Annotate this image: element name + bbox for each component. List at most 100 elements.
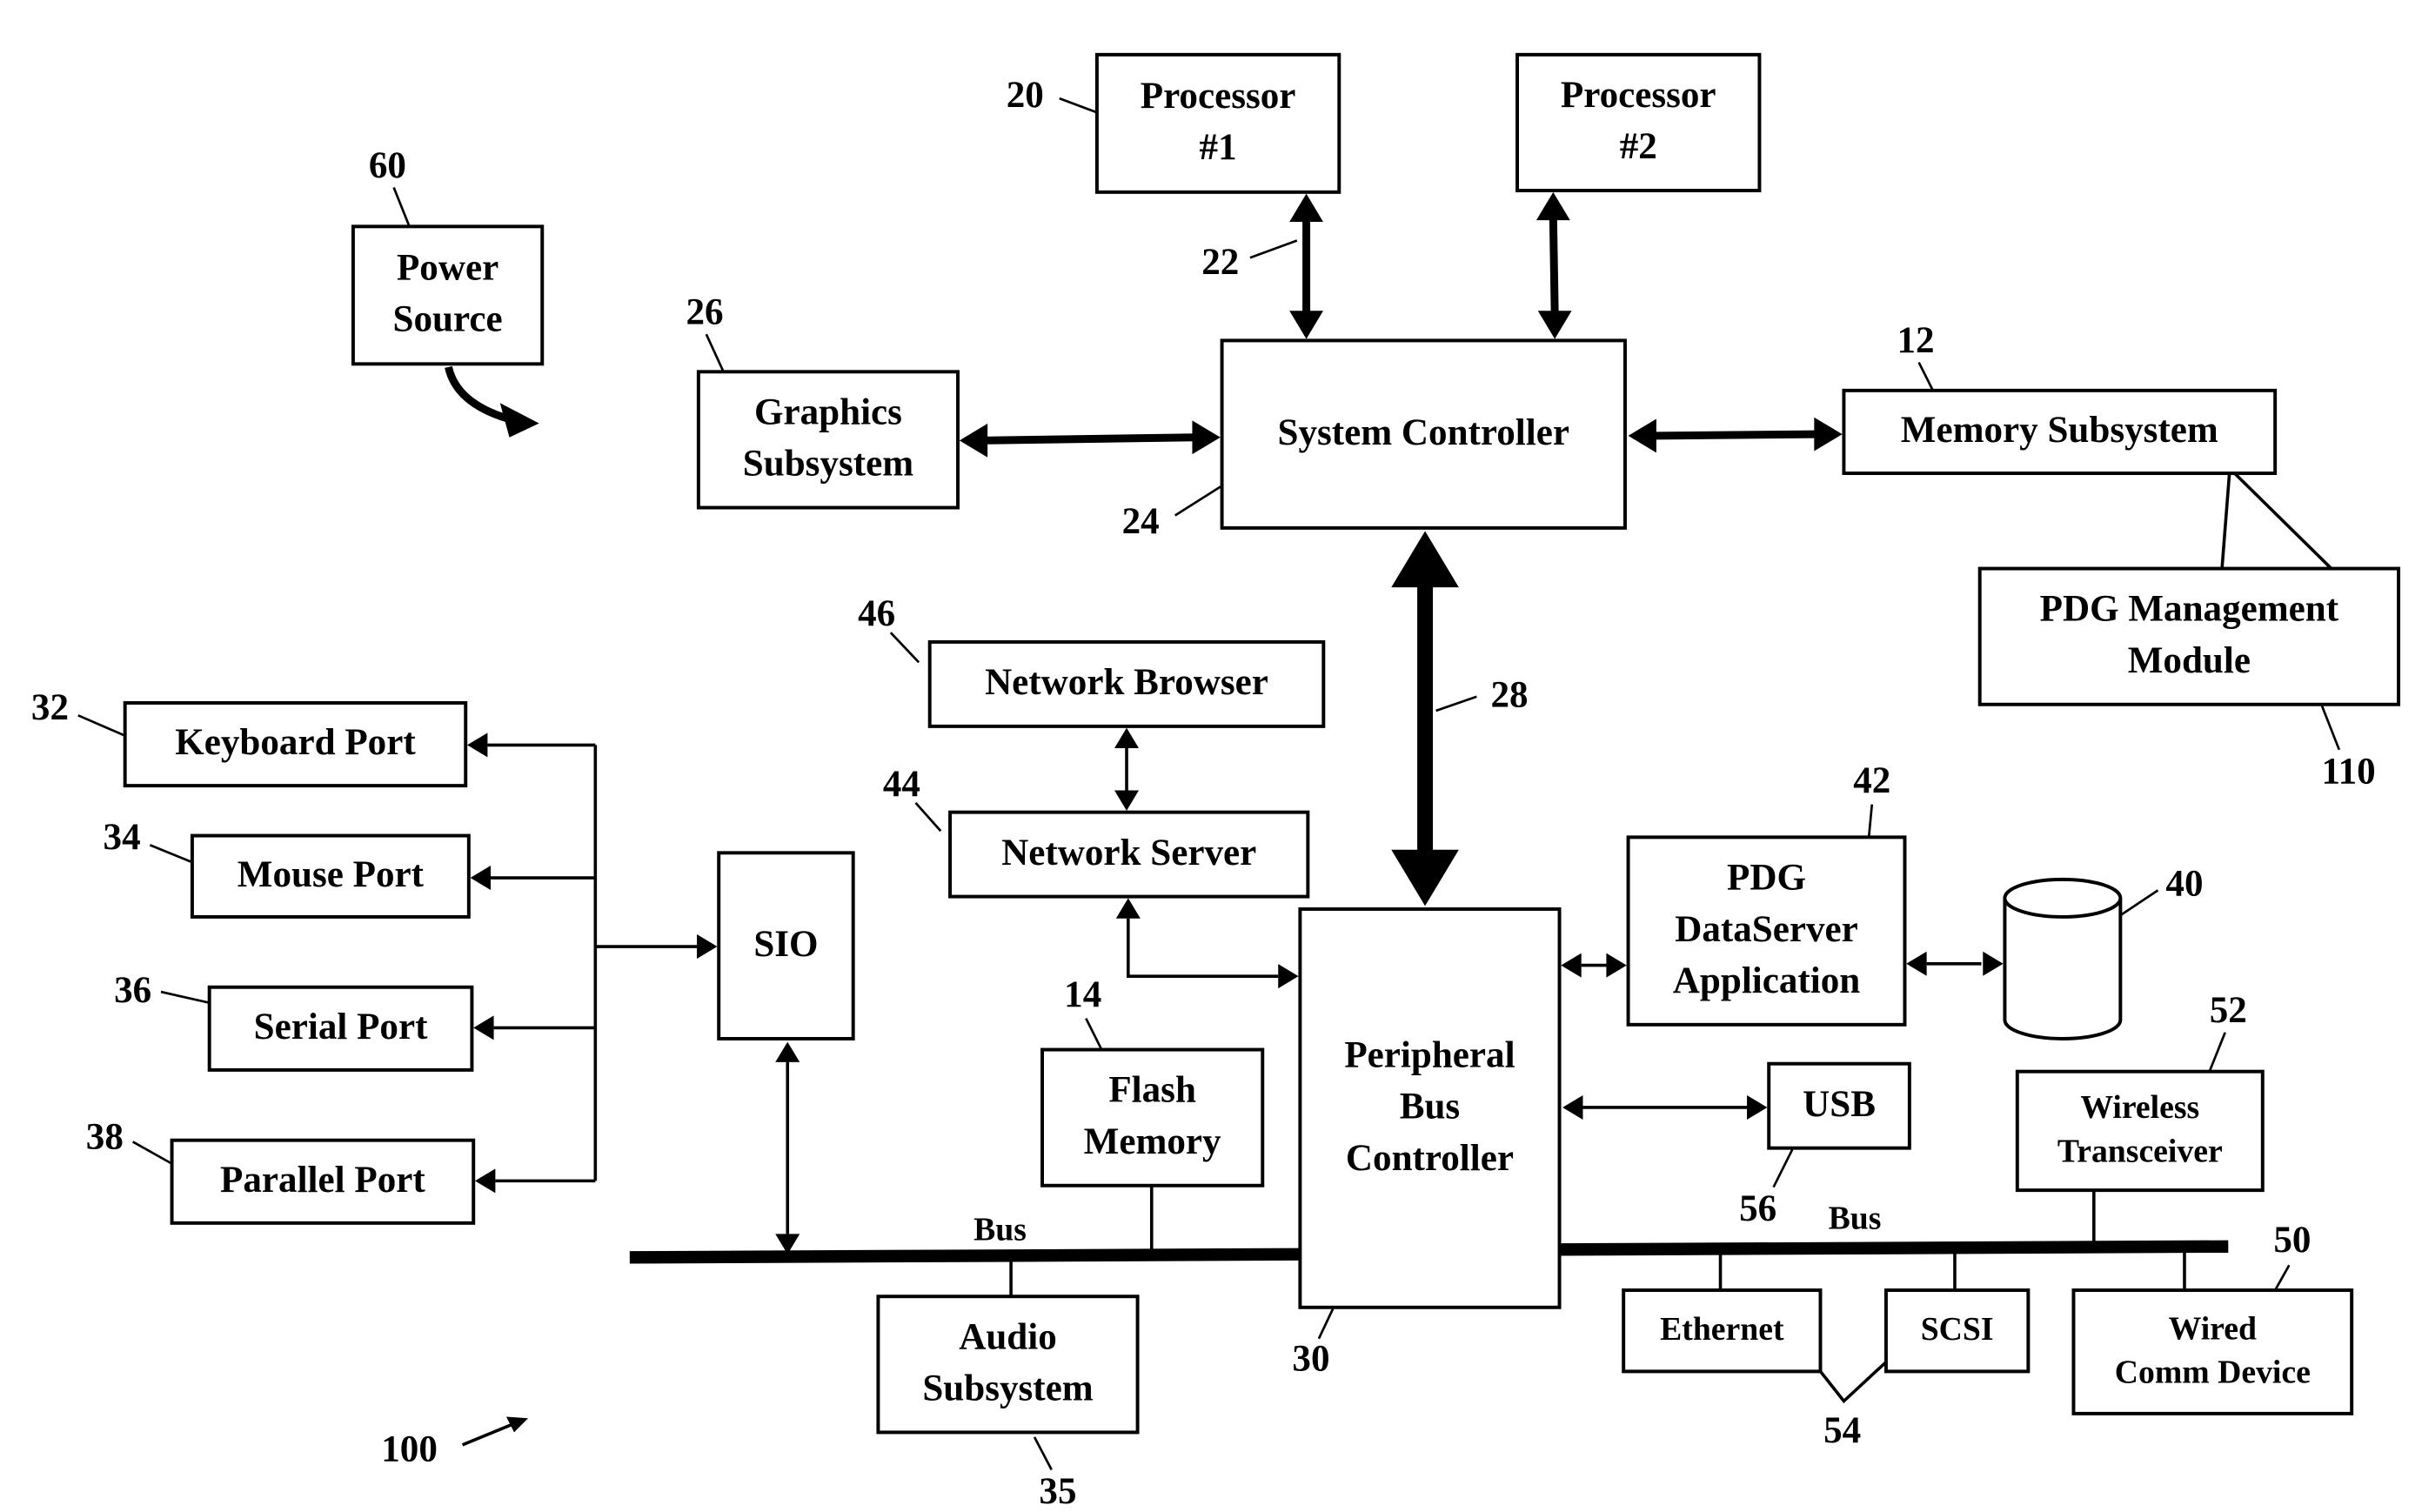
usb-label: USB	[1803, 1084, 1876, 1125]
pdg-management-module-block: PDG Management Module	[1977, 566, 2401, 706]
ethernet-scsi-bracket	[1819, 1361, 1888, 1404]
keyboard-port-block: Keyboard Port	[123, 700, 468, 788]
memory-subsystem-ref-numeral: 12	[1897, 320, 1935, 361]
system-controller-ref-numeral-leader	[1174, 485, 1223, 517]
processor-1-link-head	[1289, 311, 1323, 339]
audio-subsystem-ref-numeral-leader	[1033, 1436, 1053, 1471]
browser-server-link-head	[1114, 727, 1140, 749]
processor-2-block: Processor #2	[1515, 52, 1762, 193]
parallel-port-link-head	[475, 1168, 496, 1194]
wired-comm-device-label: Comm Device	[2115, 1355, 2311, 1391]
wireless-transceiver-label: Transceiver	[2057, 1134, 2223, 1170]
peripheral-bus-controller-block: Peripheral Bus Controller	[1298, 907, 1562, 1309]
graphics-subsystem-ref-numeral: 26	[686, 292, 724, 333]
dataserver-db-link-head	[1983, 951, 2004, 976]
pbc-usb-link-head	[1562, 1094, 1583, 1120]
wired-comm-device-block: Wired Comm Device	[2071, 1288, 2354, 1415]
serial-port-label: Serial Port	[254, 1007, 428, 1047]
network-browser-ref-numeral: 46	[858, 593, 895, 634]
power-source-block: Power Source	[351, 224, 545, 366]
pdg-dataserver-application-label: PDG	[1727, 858, 1806, 899]
flash-memory-label: Memory	[1084, 1121, 1221, 1162]
processor-2-label: Processor	[1561, 75, 1716, 116]
processor-1-block: Processor #1	[1094, 52, 1341, 194]
wired-comm-device-label: Wired	[2169, 1310, 2257, 1347]
serial-port-link-head	[473, 1015, 494, 1040]
sio-label: SIO	[753, 924, 818, 965]
pdg-management-module-ref-numeral: 110	[2321, 751, 2375, 792]
power-source-label: Power	[397, 247, 498, 288]
ethernet-scsi-group-ref-numeral: 54	[1823, 1410, 1861, 1451]
graphics-subsystem-label: Subsystem	[743, 444, 913, 485]
main-bus-ref-numeral-leader	[1435, 695, 1477, 713]
graphics-subsystem-label: Graphics	[754, 391, 902, 432]
processor-2-label: #2	[1620, 126, 1657, 167]
figure-ref-arrow	[461, 1421, 517, 1447]
wired-comm-device-box	[2071, 1288, 2354, 1415]
memory-subsystem-block: Memory Subsystem	[1842, 388, 2278, 475]
mouse-port-block: Mouse Port	[190, 833, 471, 919]
memory-link	[1653, 430, 1816, 440]
processor-1-ref-numeral: 20	[1007, 75, 1044, 116]
usb-ref-numeral: 56	[1739, 1188, 1776, 1229]
audio-subsystem-label: Subsystem	[922, 1368, 1093, 1409]
pdg-dataserver-application-block: PDG DataServer Application	[1626, 835, 1907, 1027]
network-browser-label: Network Browser	[985, 662, 1268, 703]
keyboard-port-ref-numeral-leader	[77, 714, 126, 737]
ethernet-label: Ethernet	[1660, 1311, 1784, 1348]
flash-memory-label: Flash	[1108, 1070, 1196, 1111]
keyboard-port-ref-numeral: 32	[31, 687, 69, 728]
processor-2-link-head	[1537, 311, 1572, 339]
network-server-label: Network Server	[1001, 833, 1256, 873]
scsi-block: SCSI	[1883, 1288, 2031, 1374]
wireless-transceiver-ref-numeral: 52	[2210, 990, 2247, 1031]
processor-1-label: #1	[1200, 127, 1237, 168]
processor-1-link-head	[1289, 193, 1323, 222]
usb-ref-numeral-leader	[1772, 1148, 1794, 1188]
database-ref-numeral-leader	[2119, 889, 2159, 917]
memory-link-head	[1628, 418, 1656, 453]
audio-subsystem-block: Audio Subsystem	[876, 1295, 1140, 1435]
left-bus-label: Bus	[973, 1211, 1027, 1248]
power-arrow-curve	[445, 365, 510, 423]
pbc-dataserver-link-head	[1606, 953, 1627, 978]
graphics-link-head	[1192, 420, 1221, 455]
server-pbc-link-head	[1278, 964, 1299, 989]
sio-trunk-link-head	[697, 934, 718, 960]
processor-2-link	[1549, 218, 1559, 313]
database-ref-numeral: 40	[2165, 864, 2203, 905]
wireless-transceiver-label: Wireless	[2080, 1089, 2199, 1126]
pdg-management-module-ref-numeral-leader	[2320, 706, 2341, 751]
peripheral-bus-controller-ref-numeral: 30	[1292, 1339, 1329, 1380]
serial-port-block: Serial Port	[207, 985, 474, 1072]
graphics-link	[984, 433, 1196, 445]
processor-bus-ref-numeral: 22	[1201, 242, 1239, 283]
pdg-dataserver-application-label: DataServer	[1675, 909, 1858, 950]
ethernet-block: Ethernet	[1622, 1288, 1823, 1374]
flash-memory-ref-numeral: 14	[1064, 974, 1101, 1015]
peripheral-bus-controller-ref-numeral-leader	[1317, 1308, 1335, 1340]
wired-comm-device-ref-numeral-leader	[2273, 1264, 2291, 1291]
peripheral-bus-controller-label: Peripheral	[1344, 1034, 1515, 1075]
pbc-usb-link-head	[1747, 1094, 1768, 1120]
database-top	[2003, 877, 2123, 919]
browser-server-link-head	[1114, 790, 1140, 811]
processor-1-ref-numeral-leader	[1059, 97, 1098, 114]
wired-comm-device-ref-numeral: 50	[2273, 1220, 2311, 1261]
power-source-label: Source	[393, 299, 503, 340]
peripheral-bus-controller-label: Bus	[1400, 1087, 1460, 1127]
processor-bus-ref-numeral-leader	[1249, 239, 1298, 259]
system-controller-ref-numeral: 24	[1122, 501, 1160, 542]
serial-port-ref-numeral-leader	[160, 990, 210, 1004]
processor-2-link-head	[1535, 191, 1570, 221]
graphics-subsystem-block: Graphics Subsystem	[696, 370, 960, 510]
network-server-ref-numeral: 44	[883, 764, 920, 805]
keyboard-port-link-head	[467, 733, 488, 758]
power-source-ref-numeral-leader	[392, 186, 411, 227]
parallel-port-block: Parallel Port	[170, 1138, 476, 1225]
database-cylinder	[2003, 877, 2123, 1040]
flash-memory-ref-numeral-leader	[1085, 1018, 1103, 1051]
main-bus-ref-numeral: 28	[1491, 674, 1529, 715]
pdg-management-module-label: PDG Management	[2040, 589, 2339, 630]
processor-1-label: Processor	[1141, 76, 1296, 117]
